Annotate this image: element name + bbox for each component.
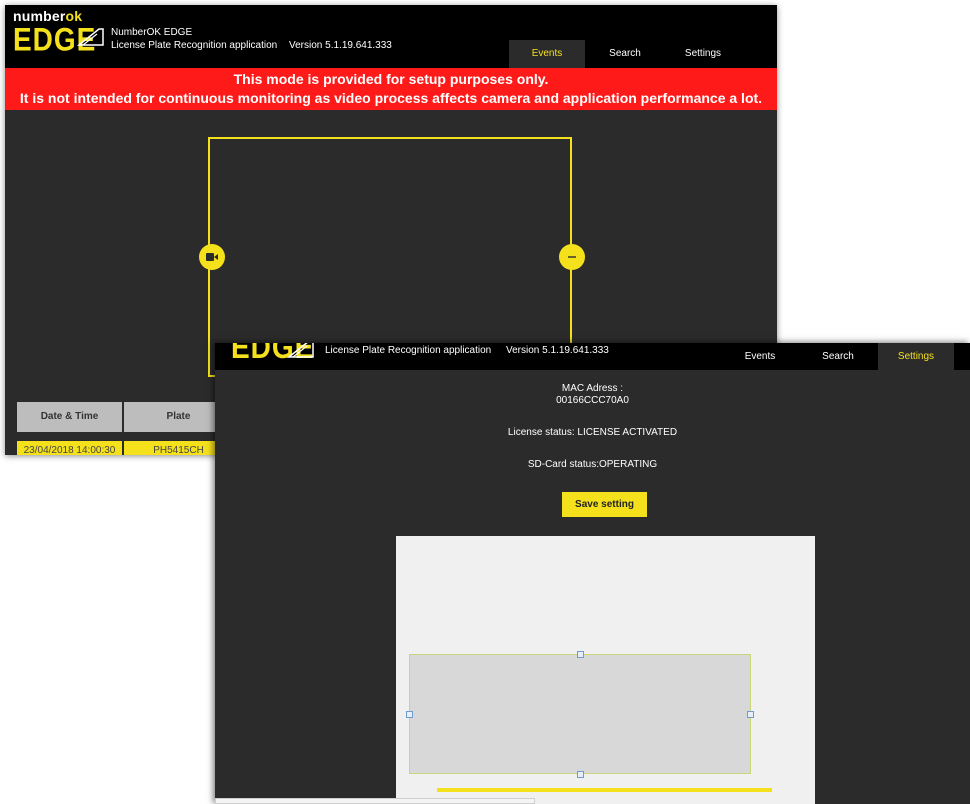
mac-address-label: MAC Adress : (561, 383, 624, 394)
setup-warning-banner: This mode is provided for setup purposes… (5, 68, 777, 110)
table-cell-date[interactable]: 23/04/2018 14:00:30 (17, 441, 123, 455)
app-subtitle: License Plate Recognition application (325, 345, 492, 356)
app-version: Version 5.1.19.641.333 (289, 40, 392, 51)
horizontal-scrollbar[interactable] (215, 798, 535, 804)
detection-zone[interactable] (409, 654, 751, 774)
tab-events[interactable]: Events (509, 40, 585, 68)
minus-icon[interactable] (559, 244, 585, 270)
mac-address-value: 00166CCC70A0 (556, 395, 629, 406)
edge-mark-icon (77, 28, 104, 46)
app-name: NumberOK EDGE (111, 27, 193, 38)
zone-yellow-bar (437, 788, 772, 792)
video-camera-icon[interactable] (199, 244, 225, 270)
header-bar: EDGE License Plate Recognition applicati… (215, 343, 970, 370)
header-bar: numberok EDGE NumberOK EDGE License Plat… (5, 5, 777, 68)
video-roi-frame[interactable] (208, 137, 572, 377)
zone-handle-right[interactable] (747, 711, 754, 718)
app-subtitle: License Plate Recognition application (111, 40, 278, 51)
tab-settings[interactable]: Settings (665, 40, 741, 68)
zone-handle-bottom[interactable] (577, 771, 584, 778)
sd-card-status: SD-Card status:OPERATING (527, 459, 658, 470)
tab-search[interactable]: Search (798, 343, 878, 370)
tab-search[interactable]: Search (587, 40, 663, 68)
zone-handle-left[interactable] (406, 711, 413, 718)
save-setting-button[interactable]: Save setting (562, 492, 647, 517)
app-version: Version 5.1.19.641.333 (506, 345, 609, 356)
tab-events[interactable]: Events (720, 343, 800, 370)
camera-preview-canvas[interactable] (396, 536, 815, 804)
column-header-date-time[interactable]: Date & Time (17, 402, 123, 432)
zone-handle-top[interactable] (577, 651, 584, 658)
warning-line-1: This mode is provided for setup purposes… (233, 71, 549, 87)
settings-window: EDGE License Plate Recognition applicati… (215, 343, 970, 804)
tab-settings[interactable]: Settings (878, 343, 954, 370)
warning-line-2: It is not intended for continuous monito… (19, 90, 763, 106)
edge-mark-icon (287, 343, 314, 358)
license-status: License status: LICENSE ACTIVATED (507, 427, 678, 438)
